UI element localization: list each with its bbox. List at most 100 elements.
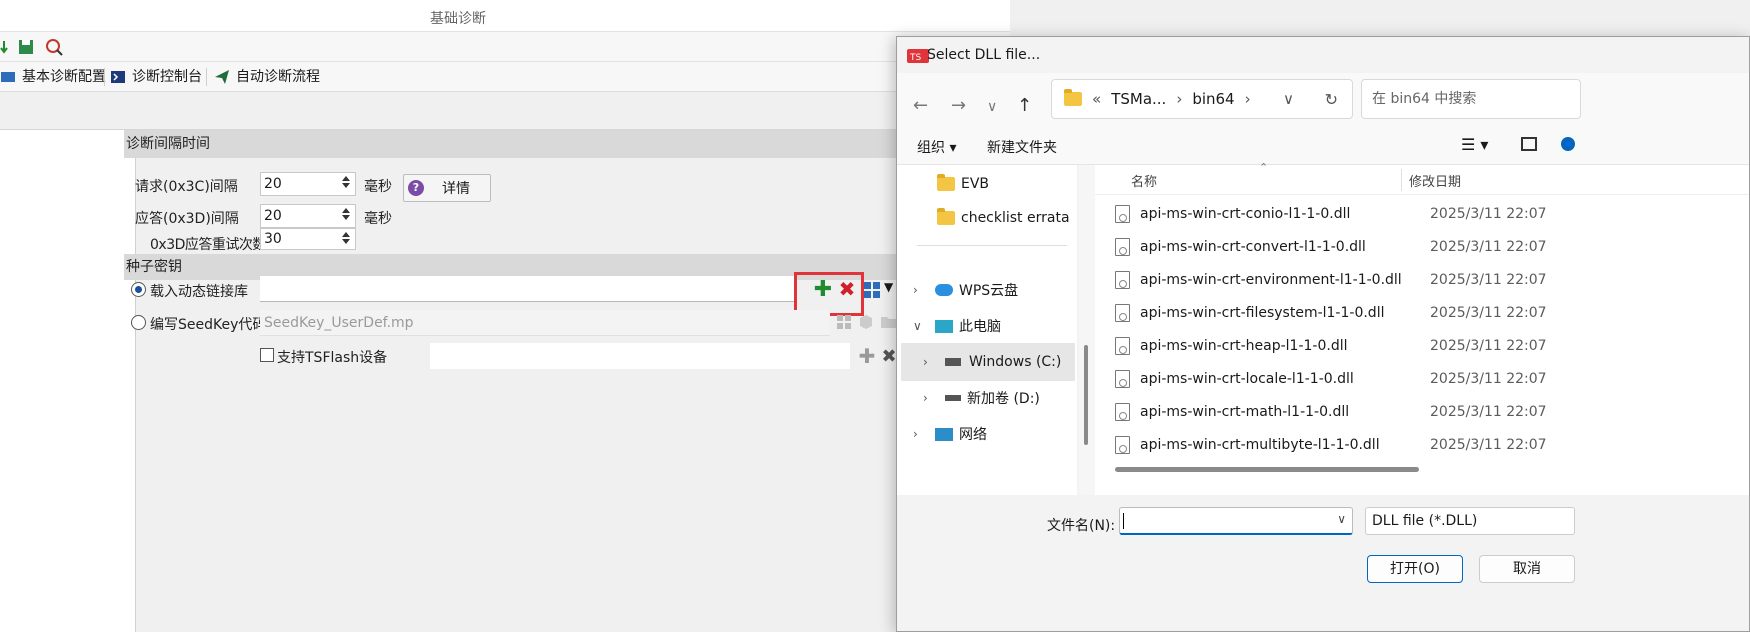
open-button[interactable]: 打开(O): [1367, 555, 1463, 583]
response-interval-stepper[interactable]: 20: [260, 204, 356, 228]
package-icon: [860, 315, 872, 329]
grid-view-icon: [837, 315, 851, 329]
list-item[interactable]: api-ms-win-crt-convert-l1-1-0.dll 2025/3/…: [1095, 230, 1639, 263]
request-interval-stepper[interactable]: 20: [260, 172, 356, 196]
toolbar-band: [0, 92, 1010, 130]
file-type-select[interactable]: DLL file (*.DLL): [1365, 507, 1575, 535]
chevron-right-icon[interactable]: ›: [913, 427, 918, 441]
list-item[interactable]: api-ms-win-crt-filesystem-l1-1-0.dll 2025…: [1095, 296, 1639, 329]
new-folder-button[interactable]: 新建文件夹: [987, 137, 1057, 157]
detail-button[interactable]: ? 详情: [403, 174, 491, 202]
chevron-right-icon[interactable]: ›: [923, 391, 928, 405]
dialog-title: Select DLL file...: [927, 47, 1041, 63]
chevron-down-icon[interactable]: ∨: [987, 99, 997, 115]
tree-item-this-pc[interactable]: ∨ 此电脑: [897, 307, 1097, 345]
folder-icon: [937, 174, 955, 191]
load-dll-radio[interactable]: [131, 282, 146, 297]
preview-pane-icon[interactable]: [1521, 137, 1537, 151]
ts-logo-icon: TS: [907, 49, 929, 63]
stepper-arrows-icon[interactable]: [339, 206, 353, 226]
list-item[interactable]: api-ms-win-crt-heap-l1-1-0.dll 2025/3/11 …: [1095, 329, 1639, 362]
tree-item-evb[interactable]: EVB: [897, 165, 1097, 203]
unit-label: 毫秒: [364, 179, 392, 195]
app-titlebar: 基础诊断 ✕: [0, 0, 1010, 32]
search-analyze-icon[interactable]: [44, 37, 64, 57]
address-bar[interactable]: « TSMa... › bin64 › ∨ ↻: [1051, 79, 1353, 119]
dialog-footer: 文件名(N): ∨ DLL file (*.DLL) 打开(O) 取消: [897, 495, 1749, 631]
column-date[interactable]: 修改日期: [1409, 171, 1461, 190]
tab-console[interactable]: 诊断控制台: [110, 66, 202, 88]
tab-bar: 基本诊断配置 诊断控制台 自动诊断流程: [0, 62, 1010, 92]
svg-text:TS: TS: [909, 53, 921, 63]
stepper-arrows-icon[interactable]: [339, 230, 353, 248]
dll-file-icon: [1115, 204, 1130, 223]
horizontal-scroll-thumb[interactable]: [1115, 467, 1419, 472]
help-icon[interactable]: [1561, 137, 1575, 151]
list-item[interactable]: api-ms-win-crt-math-l1-1-0.dll 2025/3/11 …: [1095, 395, 1639, 428]
write-seedkey-label: 编写SeedKey代码: [150, 317, 267, 333]
dialog-navbar: ← → ∨ ↑ « TSMa... › bin64 › ∨ ↻ 在 bin64 …: [897, 73, 1749, 135]
dialog-titlebar: TS Select DLL file...: [897, 37, 1749, 75]
tsflash-input[interactable]: [430, 343, 850, 369]
breadcrumb-tsma[interactable]: TSMa...: [1111, 90, 1166, 108]
column-name[interactable]: 名称: [1131, 171, 1157, 190]
breadcrumb-bin64[interactable]: bin64: [1192, 90, 1234, 108]
dll-file-icon: [1115, 336, 1130, 355]
save-icon[interactable]: [16, 37, 36, 57]
search-input[interactable]: 在 bin64 中搜索: [1361, 79, 1581, 119]
tree-item-network[interactable]: › 网络: [897, 415, 1097, 453]
tree-item-drive-c[interactable]: › Windows (C:): [901, 343, 1075, 381]
list-item[interactable]: api-ms-win-crt-multibyte-l1-1-0.dll 2025/…: [1095, 428, 1639, 461]
help-icon: ?: [408, 180, 424, 196]
left-panel: [0, 130, 136, 632]
up-icon[interactable]: ↑: [1017, 95, 1032, 116]
back-icon[interactable]: ←: [913, 95, 928, 116]
scroll-thumb[interactable]: [1084, 345, 1088, 445]
filename-input[interactable]: ∨: [1119, 507, 1353, 535]
retry-count-stepper[interactable]: 30: [260, 228, 356, 250]
navigation-tree: EVB checklist errata › WPS云盘 ∨ 此电脑 › Win…: [897, 165, 1077, 495]
tab-basic-config[interactable]: 基本诊断配置: [0, 66, 106, 88]
filename-label: 文件名(N):: [1047, 518, 1116, 534]
dll-path-input[interactable]: [260, 276, 796, 302]
grid-view-icon[interactable]: [863, 281, 881, 299]
section-header-interval: 诊断间隔时间: [124, 130, 998, 158]
cancel-button[interactable]: 取消: [1479, 555, 1575, 583]
folder-icon: [1064, 89, 1082, 106]
chevron-right-icon[interactable]: ›: [923, 355, 928, 369]
drive-icon: [945, 395, 961, 401]
tsflash-checkbox[interactable]: [260, 348, 274, 362]
chevron-down-icon[interactable]: ∨: [913, 319, 922, 333]
list-item[interactable]: api-ms-win-crt-conio-l1-1-0.dll 2025/3/11…: [1095, 197, 1639, 230]
dropdown-arrow-icon[interactable]: ▼: [884, 280, 893, 294]
forward-icon[interactable]: →: [951, 95, 966, 116]
folder-icon: [937, 208, 955, 225]
chevron-down-icon[interactable]: ∨: [1283, 90, 1294, 108]
tab-divider: [206, 68, 207, 86]
stepper-arrows-icon[interactable]: [339, 174, 353, 194]
dialog-commandbar: 组织 ▾ 新建文件夹 ☰ ▾: [897, 127, 1749, 165]
dll-file-icon: [1115, 369, 1130, 388]
chevron-right-icon[interactable]: ›: [913, 283, 918, 297]
tree-scrollbar[interactable]: [1079, 165, 1095, 495]
window-title: 基础诊断: [430, 11, 486, 27]
write-seedkey-radio[interactable]: [131, 315, 146, 330]
tree-item-drive-d[interactable]: › 新加卷 (D:): [897, 379, 1097, 417]
organize-menu[interactable]: 组织 ▾: [917, 137, 956, 157]
refresh-icon[interactable]: ↻: [1325, 90, 1338, 109]
tab-auto-flow[interactable]: 自动诊断流程: [214, 66, 320, 88]
chevron-down-icon[interactable]: ∨: [1337, 512, 1346, 526]
column-divider[interactable]: [1401, 169, 1402, 191]
dll-file-icon: [1115, 402, 1130, 421]
file-dialog: TS Select DLL file... ← → ∨ ↑ « TSMa... …: [896, 36, 1750, 632]
tree-item-checklist[interactable]: checklist errata: [897, 199, 1097, 237]
dll-file-icon: [1115, 303, 1130, 322]
computer-icon: [935, 319, 953, 333]
list-item[interactable]: api-ms-win-crt-locale-l1-1-0.dll 2025/3/1…: [1095, 362, 1639, 395]
unit-label: 毫秒: [364, 211, 392, 227]
list-item[interactable]: api-ms-win-crt-environment-l1-1-0.dll 202…: [1095, 263, 1639, 296]
tree-item-wps[interactable]: › WPS云盘: [897, 271, 1097, 309]
view-list-icon[interactable]: ☰ ▾: [1461, 135, 1488, 154]
retry-count-label: 0x3D应答重试次数: [150, 237, 266, 253]
diagnostic-window: 基础诊断 ✕ 基本诊断配置 诊断控制台 自动诊断流程 诊断间隔时间 请求(0x3…: [0, 0, 1010, 632]
